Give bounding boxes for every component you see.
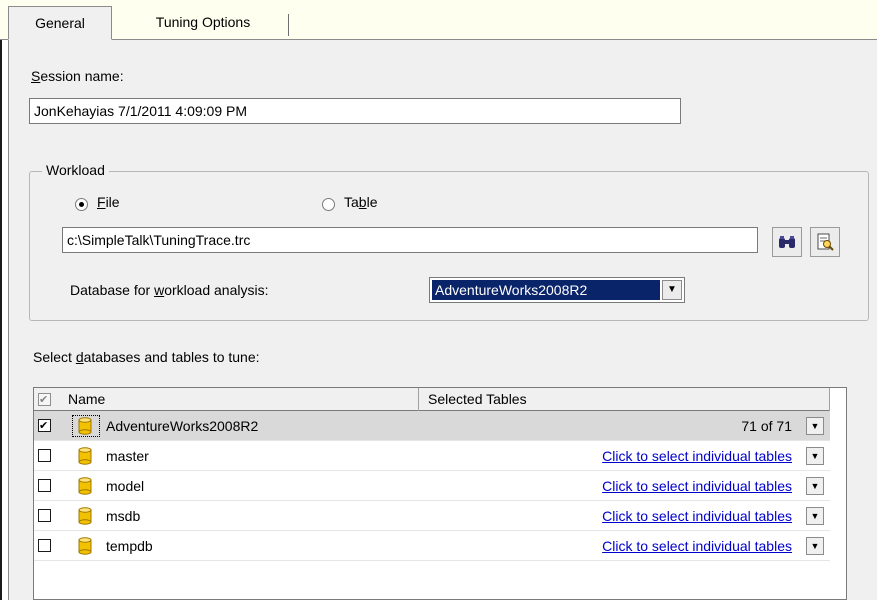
databases-grid-area: Name Selected Tables AdventureWorks2008R… xyxy=(34,388,830,599)
table-row[interactable]: AdventureWorks2008R2 71 of 71 ▼ xyxy=(34,411,830,441)
select-all-checkbox[interactable] xyxy=(38,393,51,406)
window-left-border xyxy=(0,0,2,600)
db-name: AdventureWorks2008R2 xyxy=(106,418,259,434)
column-separator[interactable] xyxy=(418,388,419,411)
column-separator xyxy=(829,388,830,411)
browse-trace-icon xyxy=(817,233,834,251)
select-tables-link[interactable]: Click to select individual tables xyxy=(602,471,792,501)
tab-general[interactable]: General xyxy=(8,6,112,40)
grid-header: Name Selected Tables xyxy=(34,388,830,411)
chevron-down-icon[interactable]: ▼ xyxy=(806,447,824,465)
column-header-name[interactable]: Name xyxy=(68,388,105,411)
workload-file-path-input[interactable]: c:\SimpleTalk\TuningTrace.trc xyxy=(62,227,758,253)
db-workload-analysis-select[interactable]: AdventureWorks2008R2 ▼ xyxy=(429,277,685,303)
session-name-input[interactable]: JonKehayias 7/1/2011 4:09:09 PM xyxy=(29,98,681,124)
row-checkbox[interactable] xyxy=(38,479,51,492)
chevron-down-icon[interactable]: ▼ xyxy=(806,477,824,495)
general-panel: Session name: JonKehayias 7/1/2011 4:09:… xyxy=(8,40,877,600)
select-tables-link[interactable]: Click to select individual tables xyxy=(602,531,792,561)
db-name: model xyxy=(106,478,145,494)
file-radio[interactable] xyxy=(75,198,88,211)
db-name: msdb xyxy=(106,508,141,524)
workload-legend: Workload xyxy=(42,162,109,178)
table-row[interactable]: master Click to select individual tables… xyxy=(34,441,830,471)
binoculars-icon xyxy=(779,236,795,248)
session-name-label: Session name: xyxy=(31,68,124,84)
row-checkbox[interactable] xyxy=(38,449,51,462)
select-databases-label: Select databases and tables to tune: xyxy=(33,349,260,365)
database-icon xyxy=(78,417,92,435)
selected-tables-count: 71 of 71 xyxy=(741,418,792,434)
db-workload-analysis-value: AdventureWorks2008R2 xyxy=(432,280,660,300)
databases-grid: Name Selected Tables AdventureWorks2008R… xyxy=(33,387,847,600)
file-radio-label[interactable]: File xyxy=(97,194,120,210)
row-checkbox[interactable] xyxy=(38,539,51,552)
table-radio-label[interactable]: Table xyxy=(344,194,378,210)
table-row[interactable]: msdb Click to select individual tables ▼ xyxy=(34,501,830,531)
tab-separator xyxy=(288,14,289,36)
chevron-down-icon[interactable]: ▼ xyxy=(806,537,824,555)
browse-trace-button[interactable] xyxy=(810,227,840,257)
select-tables-link[interactable]: Click to select individual tables xyxy=(602,501,792,531)
db-workload-analysis-label: Database for workload analysis: xyxy=(70,282,269,298)
column-header-selected-tables[interactable]: Selected Tables xyxy=(428,388,527,411)
tab-strip: General Tuning Options xyxy=(0,0,877,40)
table-radio[interactable] xyxy=(322,198,335,211)
row-checkbox[interactable] xyxy=(38,419,51,432)
db-name: master xyxy=(106,448,149,464)
database-icon xyxy=(78,507,92,525)
chevron-down-icon[interactable]: ▼ xyxy=(806,417,824,435)
chevron-down-icon[interactable]: ▼ xyxy=(662,280,682,300)
database-icon xyxy=(78,447,92,465)
db-name: tempdb xyxy=(106,538,153,554)
table-row[interactable]: model Click to select individual tables … xyxy=(34,471,830,501)
find-workload-button[interactable] xyxy=(772,227,802,257)
select-tables-link[interactable]: Click to select individual tables xyxy=(602,441,792,471)
table-row[interactable]: tempdb Click to select individual tables… xyxy=(34,531,830,561)
database-icon xyxy=(78,537,92,555)
tab-tuning-options[interactable]: Tuning Options xyxy=(118,6,288,40)
row-checkbox[interactable] xyxy=(38,509,51,522)
chevron-down-icon[interactable]: ▼ xyxy=(806,507,824,525)
database-icon xyxy=(78,477,92,495)
